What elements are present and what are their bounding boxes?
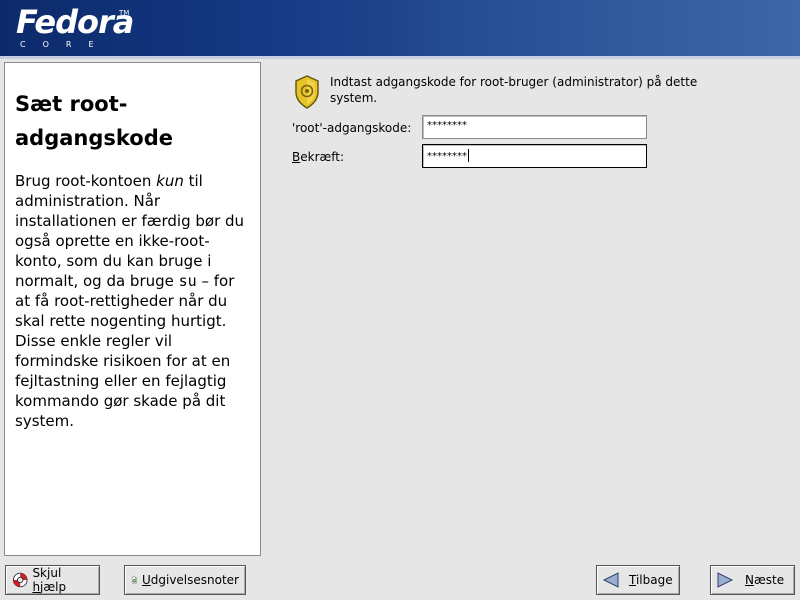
header-banner: Fedora TM CORE <box>0 0 800 56</box>
back-button[interactable]: Tilbage <box>596 565 680 595</box>
hide-help-button[interactable]: Skjul hjælp <box>5 565 100 595</box>
release-notes-label-post: dgivelsesnoter <box>150 573 239 587</box>
logo-trademark: TM <box>119 9 130 17</box>
help-panel: Sæt root-adgangskode Brug root-kontoen k… <box>4 62 261 556</box>
root-password-input[interactable]: ******** <box>422 115 647 139</box>
root-password-label: 'root'-adgangskode: <box>292 121 412 135</box>
logo-text: Fedora <box>16 3 134 41</box>
confirm-label-mnemonic: B <box>292 150 301 164</box>
confirm-label-text: ekræft: <box>300 150 345 164</box>
next-label: Næste <box>745 573 784 587</box>
confirm-password-input[interactable]: ******** <box>422 144 647 168</box>
text-caret <box>468 149 469 162</box>
back-label: Tilbage <box>629 573 673 587</box>
release-notes-label: Udgivelsesnoter <box>142 573 239 587</box>
help-text: Brug root-kontoen kun til administration… <box>15 171 250 431</box>
confirm-password-label: Bekræft: <box>292 150 344 164</box>
help-text-command: su <box>178 272 197 290</box>
hide-help-label-pre: Skjul <box>32 566 62 580</box>
release-notes-button[interactable]: Udgivelsesnoter <box>124 565 246 595</box>
fedora-logo: Fedora TM CORE <box>16 3 134 49</box>
key-badge-icon <box>295 75 319 109</box>
document-arrow-icon <box>131 576 137 584</box>
confirm-password-value: ******** <box>427 151 467 162</box>
logo-subtitle: CORE <box>20 40 111 49</box>
next-label-mnemonic: N <box>745 573 754 587</box>
lifebuoy-icon <box>12 572 28 588</box>
root-password-value: ******** <box>427 120 467 131</box>
hide-help-label-post: jælp <box>40 580 67 594</box>
help-text-part1: Brug root-kontoen <box>15 172 157 190</box>
banner-divider <box>0 56 800 59</box>
hide-help-label: Skjul hjælp <box>32 566 93 594</box>
hide-help-label-mnemonic: h <box>32 580 41 594</box>
arrow-left-icon <box>602 572 619 588</box>
release-notes-label-mnemonic: U <box>141 573 151 587</box>
back-label-mnemonic: T <box>629 573 636 587</box>
help-title: Sæt root-adgangskode <box>15 92 173 150</box>
prompt-text: Indtast adgangskode for root-bruger (adm… <box>330 75 698 105</box>
next-button[interactable]: Næste <box>710 565 795 595</box>
arrow-right-icon <box>717 572 734 588</box>
next-label-post: æste <box>753 573 785 587</box>
help-text-part3: – for at få root-rettigheder når du skal… <box>15 272 235 430</box>
help-text-emphasis: kun <box>156 172 184 190</box>
back-label-post: ilbage <box>635 573 673 587</box>
